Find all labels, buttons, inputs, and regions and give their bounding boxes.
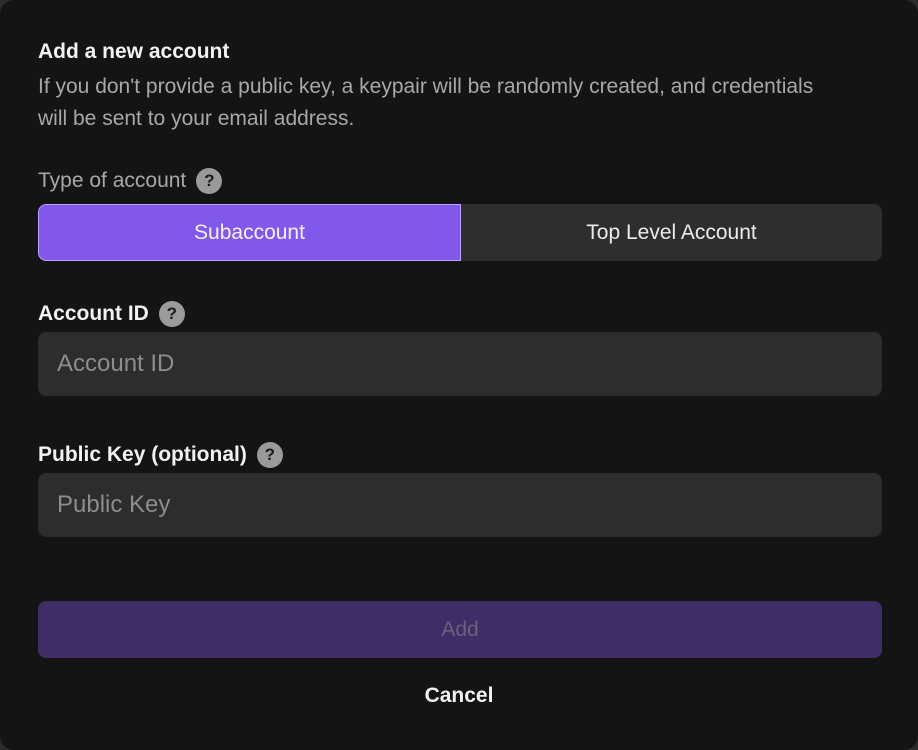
account-id-label: Account ID ?	[38, 301, 185, 327]
question-mark-icon[interactable]: ?	[256, 442, 283, 468]
account-type-toggle: Subaccount Top Level Account	[38, 204, 882, 261]
public-key-input[interactable]	[38, 473, 882, 537]
cancel-button[interactable]: Cancel	[0, 684, 918, 708]
question-mark-icon[interactable]: ?	[158, 301, 185, 327]
top-level-account-option[interactable]: Top Level Account	[461, 204, 882, 261]
dialog-description: If you don't provide a public key, a key…	[38, 75, 814, 130]
account-type-label-text: Type of account	[38, 169, 187, 192]
question-mark-icon[interactable]: ?	[196, 168, 223, 194]
account-id-label-text: Account ID	[38, 302, 149, 325]
public-key-label: Public Key (optional) ?	[38, 442, 283, 468]
public-key-label-text: Public Key (optional)	[38, 443, 247, 466]
account-type-label: Type of account ?	[38, 168, 223, 194]
subaccount-option[interactable]: Subaccount	[38, 204, 461, 261]
add-button[interactable]: Add	[38, 601, 882, 658]
add-account-dialog: Add a new account If you don't provide a…	[0, 0, 918, 750]
dialog-title: Add a new account	[38, 40, 230, 63]
account-id-input[interactable]	[38, 332, 882, 396]
